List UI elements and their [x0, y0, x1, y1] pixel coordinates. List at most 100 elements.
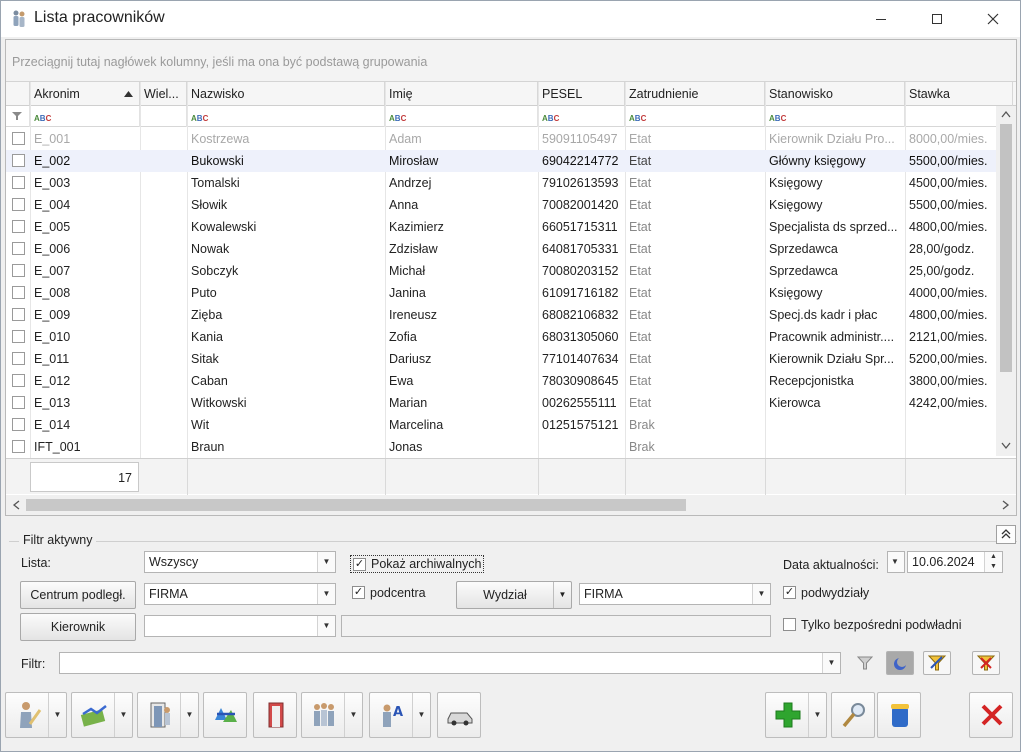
- chevron-down-icon[interactable]: ▼: [114, 693, 132, 737]
- chevron-down-icon[interactable]: ▼: [180, 693, 198, 737]
- horizontal-scroll-thumb[interactable]: [26, 499, 686, 511]
- close-button[interactable]: [969, 692, 1013, 738]
- row-checkbox[interactable]: [12, 286, 25, 299]
- vehicle-button[interactable]: [437, 692, 481, 738]
- cell-zatrudnienie: Brak: [629, 440, 655, 454]
- header-stawka[interactable]: Stawka: [905, 82, 1013, 106]
- row-checkbox[interactable]: [12, 418, 25, 431]
- table-row[interactable]: E_002 Bukowski Mirosław 69042214772 Etat Głów…: [6, 150, 996, 172]
- table-row[interactable]: E_014 Wit Marcelina 01251575121 Brak: [6, 414, 996, 436]
- table-row[interactable]: E_003 Tomalski Andrzej 79102613593 Etat Księg…: [6, 172, 996, 194]
- apply-filter-button[interactable]: [923, 651, 951, 675]
- chevron-down-icon[interactable]: ▼: [808, 693, 826, 737]
- row-checkbox[interactable]: [12, 352, 25, 365]
- row-checkbox[interactable]: [12, 264, 25, 277]
- table-row[interactable]: E_009 Zięba Ireneusz 68082106832 Etat Specj.d…: [6, 304, 996, 326]
- lista-select[interactable]: Wszyscy ▼: [144, 551, 336, 573]
- minimize-button[interactable]: [858, 1, 904, 37]
- date-dropdown-button[interactable]: ▼: [887, 551, 905, 573]
- row-checkbox[interactable]: [12, 176, 25, 189]
- row-checkbox[interactable]: [12, 308, 25, 321]
- table-row[interactable]: E_005 Kowalewski Kazimierz 66051715311 Etat S…: [6, 216, 996, 238]
- table-row[interactable]: E_013 Witkowski Marian 00262555111 Etat Kiero…: [6, 392, 996, 414]
- filter-nazwisko[interactable]: ABC: [187, 106, 385, 127]
- date-input[interactable]: 10.06.2024 ▲ ▼: [907, 551, 1003, 573]
- header-nazwisko[interactable]: Nazwisko: [187, 82, 385, 106]
- filter-wiel[interactable]: [140, 106, 187, 127]
- tylko-bezposredni-checkbox[interactable]: Tylko bezpośredni podwładni: [783, 618, 983, 636]
- vertical-scrollbar[interactable]: [996, 106, 1016, 456]
- filter-row-funnel[interactable]: [6, 106, 30, 127]
- header-stanowisko[interactable]: Stanowisko: [765, 82, 905, 106]
- row-checkbox[interactable]: [12, 396, 25, 409]
- termination-button[interactable]: [253, 692, 297, 738]
- row-checkbox[interactable]: [12, 330, 25, 343]
- payroll-button[interactable]: ▼: [71, 692, 133, 738]
- chevron-down-icon[interactable]: ▼: [48, 693, 66, 737]
- employment-button[interactable]: ▼: [137, 692, 199, 738]
- employees-grid: Przeciągnij tutaj nagłówek kolumny, jeśl…: [5, 39, 1017, 516]
- podcentra-checkbox[interactable]: ✓ podcentra: [352, 586, 442, 604]
- filter-akronim[interactable]: ABC: [30, 106, 140, 127]
- pokaz-archiwalnych-label: Pokaż archiwalnych: [371, 557, 482, 571]
- filter-pesel[interactable]: ABC: [538, 106, 625, 127]
- funnel-button[interactable]: [851, 651, 879, 675]
- spin-icon[interactable]: ▲ ▼: [984, 552, 1002, 572]
- row-checkbox[interactable]: [12, 440, 25, 453]
- row-checkbox[interactable]: [12, 220, 25, 233]
- cell-stawka: 28,00/godz.: [909, 242, 975, 256]
- row-checkbox[interactable]: [12, 154, 25, 167]
- transfer-button[interactable]: [203, 692, 247, 738]
- wydzial-select[interactable]: FIRMA ▼: [579, 583, 771, 605]
- table-row[interactable]: IFT_001 Braun Jonas Brak: [6, 436, 996, 458]
- row-checkbox[interactable]: [12, 132, 25, 145]
- clear-filter-button[interactable]: [972, 651, 1000, 675]
- collapse-filter-button[interactable]: [996, 525, 1016, 544]
- cell-akronim: IFT_001: [34, 440, 81, 454]
- wydzial-button[interactable]: Wydział ▼: [456, 581, 572, 609]
- quick-filter-toggle[interactable]: [886, 651, 914, 675]
- filter-zatrudnienie[interactable]: ABC: [625, 106, 765, 127]
- header-wiel[interactable]: Wiel...: [140, 82, 187, 106]
- row-checkbox[interactable]: [12, 198, 25, 211]
- kierownik-select[interactable]: ▼: [144, 615, 336, 637]
- row-checkbox[interactable]: [12, 242, 25, 255]
- chevron-down-icon[interactable]: ▼: [412, 693, 430, 737]
- header-akronim[interactable]: Akronim: [30, 82, 140, 106]
- filtr-input[interactable]: ▼: [59, 652, 841, 674]
- table-row[interactable]: E_011 Sitak Dariusz 77101407634 Etat Kierowni…: [6, 348, 996, 370]
- cell-akronim: E_006: [34, 242, 71, 256]
- centrum-podleglosci-button[interactable]: Centrum podległ.: [20, 581, 136, 609]
- maximize-button[interactable]: [914, 1, 960, 37]
- pokaz-archiwalnych-checkbox[interactable]: ✓ Pokaż archiwalnych: [350, 555, 484, 573]
- table-row[interactable]: E_012 Caban Ewa 78030908645 Etat Recepcjonist…: [6, 370, 996, 392]
- vertical-scroll-thumb[interactable]: [1000, 124, 1012, 372]
- row-checkbox[interactable]: [12, 374, 25, 387]
- batch-change-button[interactable]: A ▼: [369, 692, 431, 738]
- table-row[interactable]: E_004 Słowik Anna 70082001420 Etat Księgowy 55…: [6, 194, 996, 216]
- table-row[interactable]: E_007 Sobczyk Michał 70080203152 Etat Sprzeda…: [6, 260, 996, 282]
- cell-nazwisko: Kowalewski: [191, 220, 257, 234]
- filter-stanowisko[interactable]: ABC: [765, 106, 905, 127]
- centrum-select[interactable]: FIRMA ▼: [144, 583, 336, 605]
- preview-button[interactable]: [831, 692, 875, 738]
- close-window-button[interactable]: [970, 1, 1016, 37]
- table-row[interactable]: E_008 Puto Janina 61091716182 Etat Księgowy 40…: [6, 282, 996, 304]
- table-row[interactable]: E_001 Kostrzewa Adam 59091105497 Etat Kierown…: [6, 128, 996, 150]
- employee-data-button[interactable]: ▼: [5, 692, 67, 738]
- chevron-down-icon[interactable]: ▼: [344, 693, 362, 737]
- podwydzialy-checkbox[interactable]: ✓ podwydziały: [783, 586, 893, 604]
- header-imie[interactable]: Imię: [385, 82, 538, 106]
- kierownik-button[interactable]: Kierownik: [20, 613, 136, 641]
- delete-button[interactable]: [877, 692, 921, 738]
- add-button[interactable]: ▼: [765, 692, 827, 738]
- header-zatrudnienie[interactable]: Zatrudnienie: [625, 82, 765, 106]
- group-employees-button[interactable]: ▼: [301, 692, 363, 738]
- table-row[interactable]: E_006 Nowak Zdzisław 64081705331 Etat Sprzeda…: [6, 238, 996, 260]
- filter-imie[interactable]: ABC: [385, 106, 538, 127]
- group-by-panel[interactable]: Przeciągnij tutaj nagłówek kolumny, jeśl…: [6, 40, 1016, 82]
- header-pesel[interactable]: PESEL: [538, 82, 625, 106]
- cell-imie: Ewa: [389, 374, 414, 388]
- horizontal-scrollbar[interactable]: [6, 495, 1016, 515]
- table-row[interactable]: E_010 Kania Zofia 68031305060 Etat Pracownik …: [6, 326, 996, 348]
